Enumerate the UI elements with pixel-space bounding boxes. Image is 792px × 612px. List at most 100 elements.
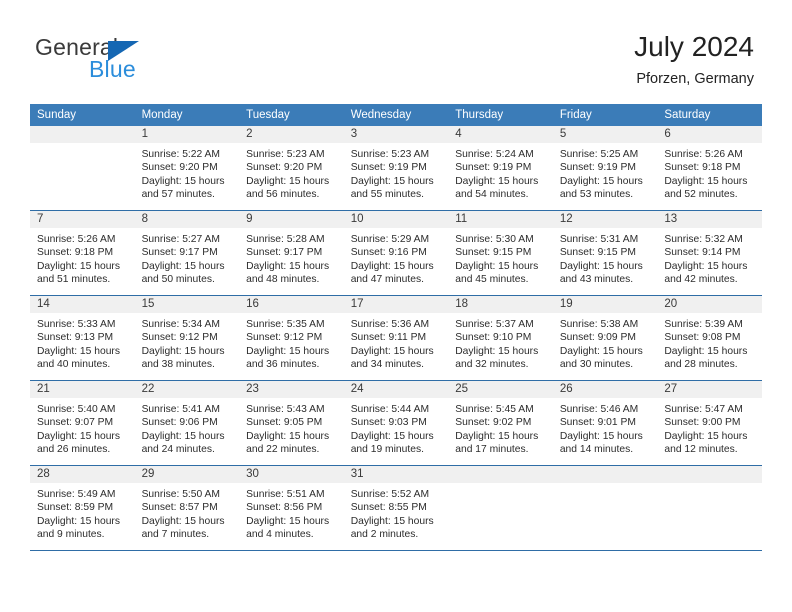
day-details: Sunrise: 5:47 AM Sunset: 9:00 PM Daylight:… [657,398,762,457]
sunrise-text: Sunrise: 5:32 AM [664,234,743,245]
day-number [448,466,553,483]
daylight-text-line2: and 7 minutes. [141,529,210,541]
calendar-day-cell[interactable]: 1 Sunrise: 5:22 AM Sunset: 9:20 PM Daylight… [134,126,240,211]
calendar-week-row: 14 Sunrise: 5:33 AM Sunset: 9:13 PM Dayligh… [30,295,762,381]
sunrise-text: Sunrise: 5:50 AM [141,489,220,500]
daylight-text-line1: Daylight: 15 hours [246,430,330,442]
sunset-text: Sunset: 9:13 PM [37,332,114,344]
daylight-text-line2: and 50 minutes. [141,274,215,286]
daylight-text-line1: Daylight: 15 hours [559,345,643,357]
calendar-day-cell[interactable]: 20 Sunrise: 5:39 AM Sunset: 9:08 PM Dayligh… [657,295,762,381]
day-number: 29 [134,466,240,483]
daylight-text-line1: Daylight: 15 hours [664,345,748,357]
calendar-day-cell[interactable]: 24 Sunrise: 5:44 AM Sunset: 9:03 PM Dayligh… [343,380,449,466]
daylight-text-line2: and 28 minutes. [664,359,738,371]
sunset-text: Sunset: 9:18 PM [664,162,741,174]
weekday-header-monday: Monday [134,104,240,126]
calendar-day-cell[interactable]: 7 Sunrise: 5:26 AM Sunset: 9:18 PM Daylight… [30,210,135,296]
day-details: Sunrise: 5:33 AM Sunset: 9:13 PM Daylight:… [30,313,135,372]
calendar-day-cell[interactable]: 14 Sunrise: 5:33 AM Sunset: 9:13 PM Dayligh… [30,295,135,381]
day-details: Sunrise: 5:46 AM Sunset: 9:01 PM Daylight:… [553,398,658,457]
calendar-day-cell[interactable]: 21 Sunrise: 5:40 AM Sunset: 9:07 PM Dayligh… [30,380,135,466]
day-number: 22 [134,381,240,398]
daylight-text-line2: and 51 minutes. [37,274,111,286]
day-number: 16 [239,296,344,313]
weekday-header-saturday: Saturday [657,104,762,126]
calendar-day-cell[interactable]: 2 Sunrise: 5:23 AM Sunset: 9:20 PM Daylight… [239,126,344,211]
calendar-body: 1 Sunrise: 5:22 AM Sunset: 9:20 PM Daylight… [30,126,762,551]
sunrise-text: Sunrise: 5:28 AM [246,234,325,245]
sunrise-text: Sunrise: 5:39 AM [664,319,743,330]
sunrise-text: Sunrise: 5:33 AM [37,319,116,330]
daylight-text-line1: Daylight: 15 hours [37,430,120,442]
day-details: Sunrise: 5:37 AM Sunset: 9:10 PM Daylight:… [448,313,553,372]
calendar-day-cell[interactable]: 31 Sunrise: 5:52 AM Sunset: 8:55 PM Dayligh… [343,465,449,551]
day-number [30,126,135,143]
calendar-day-cell[interactable]: 12 Sunrise: 5:31 AM Sunset: 9:15 PM Dayligh… [552,210,658,296]
calendar-day-cell[interactable]: 27 Sunrise: 5:47 AM Sunset: 9:00 PM Dayligh… [657,380,762,466]
day-number: 23 [239,381,344,398]
daylight-text-line2: and 38 minutes. [141,359,215,371]
calendar-day-cell[interactable]: 17 Sunrise: 5:36 AM Sunset: 9:11 PM Dayligh… [343,295,449,381]
day-number: 19 [552,296,658,313]
daylight-text-line2: and 2 minutes. [350,529,419,541]
calendar-day-cell[interactable]: 6 Sunrise: 5:26 AM Sunset: 9:18 PM Daylight… [657,126,762,211]
sunset-text: Sunset: 9:19 PM [350,162,427,174]
calendar-day-cell[interactable]: 29 Sunrise: 5:50 AM Sunset: 8:57 PM Dayligh… [134,465,240,551]
calendar-day-cell[interactable]: 23 Sunrise: 5:43 AM Sunset: 9:05 PM Dayligh… [239,380,344,466]
day-details: Sunrise: 5:52 AM Sunset: 8:55 PM Daylight:… [344,483,449,542]
sunrise-text: Sunrise: 5:43 AM [246,404,325,415]
daylight-text-line2: and 53 minutes. [559,189,634,201]
day-details: Sunrise: 5:22 AM Sunset: 9:20 PM Daylight:… [135,143,240,202]
sunrise-text: Sunrise: 5:49 AM [37,489,116,500]
day-number: 14 [30,296,135,313]
daylight-text-line2: and 26 minutes. [37,444,111,456]
daylight-text-line1: Daylight: 15 hours [559,430,643,442]
daylight-text-line1: Daylight: 15 hours [664,175,748,187]
calendar-day-cell[interactable]: 19 Sunrise: 5:38 AM Sunset: 9:09 PM Dayligh… [552,295,658,381]
day-number [552,466,658,483]
daylight-text-line2: and 55 minutes. [350,189,424,201]
daylight-text-line2: and 40 minutes. [37,359,111,371]
day-details: Sunrise: 5:40 AM Sunset: 9:07 PM Daylight:… [30,398,135,457]
calendar-day-cell[interactable]: 26 Sunrise: 5:46 AM Sunset: 9:01 PM Dayligh… [552,380,658,466]
day-number: 24 [343,381,449,398]
calendar-day-cell[interactable]: 4 Sunrise: 5:24 AM Sunset: 9:19 PM Daylight… [448,126,553,211]
daylight-text-line2: and 14 minutes. [559,444,634,456]
daylight-text-line1: Daylight: 15 hours [455,260,539,272]
calendar-day-cell[interactable]: 13 Sunrise: 5:32 AM Sunset: 9:14 PM Dayligh… [657,210,762,296]
sunrise-text: Sunrise: 5:44 AM [350,404,430,415]
daylight-text-line2: and 42 minutes. [664,274,738,286]
calendar-day-cell[interactable]: 10 Sunrise: 5:29 AM Sunset: 9:16 PM Dayligh… [343,210,449,296]
day-number: 17 [343,296,449,313]
calendar-day-cell[interactable]: 15 Sunrise: 5:34 AM Sunset: 9:12 PM Dayligh… [134,295,240,381]
calendar-day-cell[interactable]: 22 Sunrise: 5:41 AM Sunset: 9:06 PM Dayligh… [134,380,240,466]
day-number: 9 [239,211,344,228]
calendar-day-cell[interactable]: 8 Sunrise: 5:27 AM Sunset: 9:17 PM Daylight… [134,210,240,296]
day-number: 20 [657,296,762,313]
day-number: 21 [30,381,135,398]
day-number: 26 [552,381,658,398]
daylight-text-line1: Daylight: 15 hours [141,515,225,527]
daylight-text-line1: Daylight: 15 hours [141,260,225,272]
calendar-day-cell[interactable]: 30 Sunrise: 5:51 AM Sunset: 8:56 PM Dayligh… [239,465,344,551]
calendar-day-cell[interactable]: 3 Sunrise: 5:23 AM Sunset: 9:19 PM Daylight… [343,126,449,211]
calendar-day-cell[interactable]: 5 Sunrise: 5:25 AM Sunset: 9:19 PM Daylight… [552,126,658,211]
calendar-day-cell[interactable]: 9 Sunrise: 5:28 AM Sunset: 9:17 PM Daylight… [239,210,344,296]
sunrise-text: Sunrise: 5:23 AM [246,149,325,160]
calendar-day-cell[interactable]: 11 Sunrise: 5:30 AM Sunset: 9:15 PM Dayligh… [448,210,553,296]
day-details: Sunrise: 5:30 AM Sunset: 9:15 PM Daylight:… [448,228,553,287]
calendar-day-cell[interactable]: 18 Sunrise: 5:37 AM Sunset: 9:10 PM Dayligh… [448,295,553,381]
sunrise-text: Sunrise: 5:30 AM [455,234,534,245]
weekday-header-tuesday: Tuesday [239,104,344,126]
calendar-day-cell[interactable]: 16 Sunrise: 5:35 AM Sunset: 9:12 PM Dayligh… [239,295,344,381]
sunrise-text: Sunrise: 5:25 AM [559,149,639,160]
sunset-text: Sunset: 9:20 PM [246,162,323,174]
day-details: Sunrise: 5:24 AM Sunset: 9:19 PM Daylight:… [448,143,553,202]
day-number: 30 [239,466,344,483]
day-details: Sunrise: 5:27 AM Sunset: 9:17 PM Daylight:… [135,228,240,287]
calendar-day-cell[interactable]: 28 Sunrise: 5:49 AM Sunset: 8:59 PM Dayligh… [30,465,135,551]
sunrise-text: Sunrise: 5:37 AM [455,319,534,330]
sunrise-text: Sunrise: 5:40 AM [37,404,116,415]
calendar-day-cell[interactable]: 25 Sunrise: 5:45 AM Sunset: 9:02 PM Dayligh… [448,380,553,466]
